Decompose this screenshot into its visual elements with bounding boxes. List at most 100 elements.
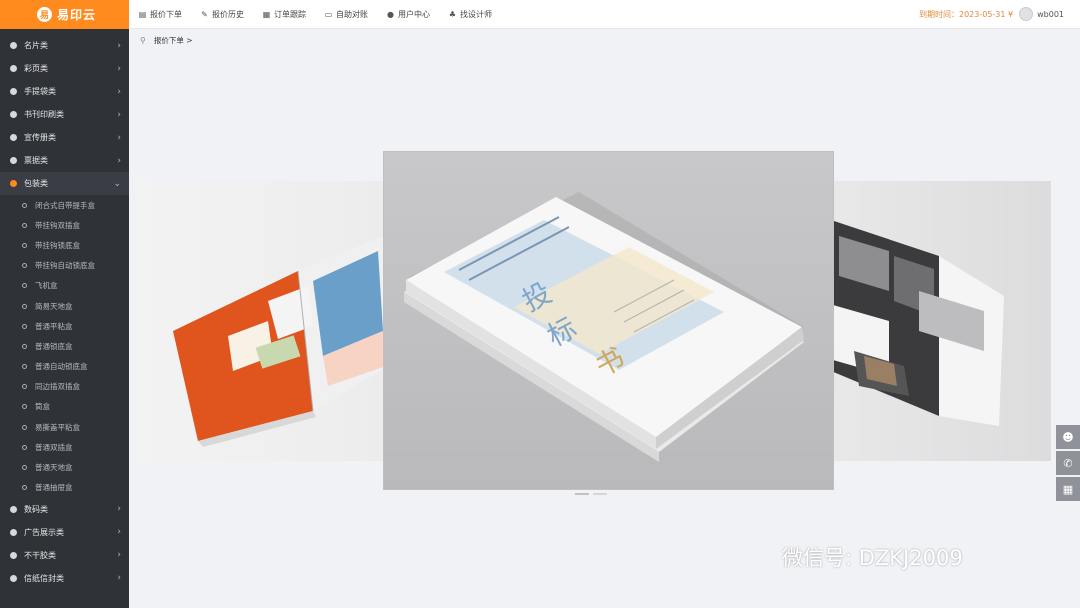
sidebar-subitem[interactable]: 飞机盒 xyxy=(0,276,129,296)
category-label: 包装类 xyxy=(24,179,48,188)
subitem-bullet-icon xyxy=(22,404,27,410)
subitem-label: 筒盒 xyxy=(35,402,50,412)
chevron-right-icon: › xyxy=(117,109,121,120)
top-nav-item[interactable]: ▦ 订单跟踪 xyxy=(262,9,306,20)
category-label: 信纸信封类 xyxy=(24,573,64,583)
chevron-right-icon: › xyxy=(117,40,121,51)
sidebar-subitem[interactable]: 普通天地盒 xyxy=(0,457,129,477)
qq-icon[interactable]: ☻ xyxy=(1056,425,1080,449)
avatar[interactable] xyxy=(1019,7,1034,21)
subitem-bullet-icon xyxy=(22,444,27,450)
tender-book-image: 投 标 书 xyxy=(404,192,804,462)
phone-icon[interactable]: ✆ xyxy=(1056,451,1080,475)
top-nav-item[interactable]: ● 用户中心 xyxy=(386,9,430,20)
top-navbar: ▤ 报价下单 ✎ 报价历史 ▦ 订单跟踪 ▭ 自助对账 ● 用户中心 ♣ 找设计师 到期时间：2023… xyxy=(129,0,1080,29)
subitem-bullet-icon xyxy=(22,485,27,491)
wechat-watermark: 微信号: DZKJ2009 xyxy=(782,546,963,570)
subitem-label: 普通双插盒 xyxy=(35,442,73,452)
sidebar-category[interactable]: 彩页类 › xyxy=(0,57,129,80)
category-bullet-icon xyxy=(10,528,17,536)
sidebar-subitem[interactable]: 普通锁底盒 xyxy=(0,336,129,356)
category-bullet-icon xyxy=(10,42,17,49)
subitem-label: 普通锁底盒 xyxy=(35,341,73,351)
breadcrumb: ⚲ 报价下单 > xyxy=(140,35,193,46)
category-bullet-icon xyxy=(10,505,17,513)
sidebar-category[interactable]: 不干胶类 › xyxy=(0,544,129,567)
chevron-right-icon: › xyxy=(117,63,121,74)
chevron-right-icon: › xyxy=(117,504,121,515)
sidebar-subitem[interactable]: 筒盒 xyxy=(0,397,129,417)
subitem-bullet-icon xyxy=(22,364,27,370)
brochure-image xyxy=(173,236,388,447)
subitem-bullet-icon xyxy=(22,202,27,208)
chevron-right-icon: › xyxy=(117,86,121,97)
quote-icon: ▤ xyxy=(138,9,147,19)
chevron-right-icon: › xyxy=(117,132,121,143)
subitem-label: 普通自动锁底盒 xyxy=(35,362,88,372)
sidebar-category[interactable]: 数码类 › xyxy=(0,498,129,521)
subitem-bullet-icon xyxy=(22,424,27,430)
sidebar-subitem[interactable]: 易撕盖平粘盒 xyxy=(0,417,129,437)
carousel-slide-tender-book[interactable]: 投 标 书 xyxy=(384,152,833,489)
sidebar-subitem[interactable]: 普通自动锁底盒 xyxy=(0,357,129,377)
top-nav-label: 报价历史 xyxy=(212,9,244,19)
category-label: 彩页类 xyxy=(24,64,48,73)
category-label: 广告展示类 xyxy=(24,527,64,537)
sidebar-category[interactable]: 宣传册类 › xyxy=(0,126,129,149)
category-label: 手提袋类 xyxy=(24,87,56,96)
sidebar-subitem[interactable]: 普通平粘盒 xyxy=(0,316,129,336)
subitem-label: 普通平粘盒 xyxy=(35,321,73,331)
sidebar-subitem[interactable]: 同边插双插盒 xyxy=(0,377,129,397)
category-label: 宣传册类 xyxy=(24,133,56,142)
sidebar-subitem[interactable]: 普通抽屉盒 xyxy=(0,478,129,498)
username[interactable]: wb001 xyxy=(1037,10,1064,19)
subitem-bullet-icon xyxy=(22,384,27,390)
subitem-label: 飞机盒 xyxy=(35,281,58,291)
subitem-bullet-icon xyxy=(22,323,27,329)
category-nav: 名片类 › 彩页类 › 手提袋类 › 书刊印刷类 › 宣传册类 › 票据类 › 包装类 ⌄ 闭合式自带提手盒… xyxy=(0,29,129,590)
category-bullet-icon xyxy=(10,65,17,72)
breadcrumb-item[interactable]: 报价下单 > xyxy=(154,35,193,46)
user-icon: ● xyxy=(387,9,394,19)
subitem-bullet-icon xyxy=(22,465,27,471)
magazine-image xyxy=(819,216,1004,426)
carousel-dot[interactable] xyxy=(575,493,589,495)
sidebar-subitem[interactable]: 带挂钩自动锁底盒 xyxy=(0,256,129,276)
top-nav-item[interactable]: ♣ 找设计师 xyxy=(448,9,492,20)
sidebar-subitem[interactable]: 简易天地盒 xyxy=(0,296,129,316)
top-nav-item[interactable]: ▤ 报价下单 xyxy=(138,9,182,20)
logo-icon: 易 xyxy=(37,7,52,22)
subitem-bullet-icon xyxy=(22,303,27,309)
top-nav-item[interactable]: ✎ 报价历史 xyxy=(200,9,244,20)
subitem-bullet-icon xyxy=(22,343,27,349)
sidebar-category[interactable]: 包装类 ⌄ xyxy=(0,172,129,195)
logo-bar[interactable]: 易 易印云 xyxy=(0,0,129,29)
carousel-indicators xyxy=(575,493,611,495)
product-carousel[interactable]: 投 标 书 xyxy=(129,150,1080,500)
sidebar-category[interactable]: 广告展示类 › xyxy=(0,521,129,544)
category-bullet-icon xyxy=(10,551,17,559)
chevron-right-icon: › xyxy=(117,155,121,166)
carousel-dot[interactable] xyxy=(593,493,607,495)
carousel-slide-magazine[interactable] xyxy=(819,181,1051,461)
category-label: 票据类 xyxy=(24,156,48,165)
subitem-label: 闭合式自带提手盒 xyxy=(35,200,95,210)
qrcode-icon[interactable]: ▦ xyxy=(1056,477,1080,501)
sidebar-category[interactable]: 票据类 › xyxy=(0,149,129,172)
subitem-label: 带挂钩锁底盒 xyxy=(35,240,80,250)
top-nav-items: ▤ 报价下单 ✎ 报价历史 ▦ 订单跟踪 ▭ 自助对账 ● 用户中心 ♣ 找设计师 xyxy=(129,9,510,20)
chevron-right-icon: › xyxy=(117,527,121,538)
sidebar-subitem[interactable]: 带挂钩锁底盒 xyxy=(0,235,129,255)
top-nav-item[interactable]: ▭ 自助对账 xyxy=(324,9,368,20)
top-nav-label: 订单跟踪 xyxy=(274,9,306,19)
logo-text: 易印云 xyxy=(57,8,97,22)
sidebar-subitem[interactable]: 闭合式自带提手盒 xyxy=(0,195,129,215)
sidebar-category[interactable]: 信纸信封类 › xyxy=(0,567,129,590)
sidebar-category[interactable]: 书刊印刷类 › xyxy=(0,103,129,126)
sidebar-subitem[interactable]: 普通双插盒 xyxy=(0,437,129,457)
top-nav-label: 报价下单 xyxy=(150,9,182,19)
carousel-slide-brochure[interactable] xyxy=(138,181,393,461)
sidebar-subitem[interactable]: 带挂钩双插盒 xyxy=(0,215,129,235)
sidebar-category[interactable]: 手提袋类 › xyxy=(0,80,129,103)
sidebar-category[interactable]: 名片类 › xyxy=(0,34,129,57)
